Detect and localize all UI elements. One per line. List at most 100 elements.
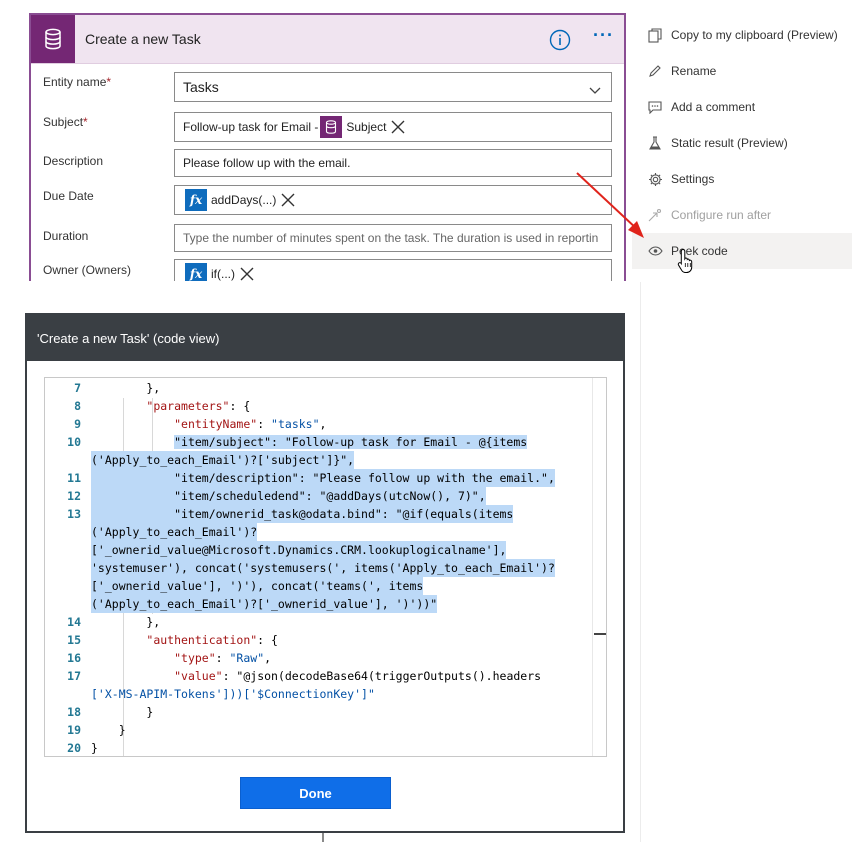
dialog-title: 'Create a new Task' (code view): [37, 330, 220, 346]
entity-name-select[interactable]: Tasks: [174, 72, 612, 102]
menu-item-add-comment[interactable]: Add a comment: [632, 89, 852, 125]
code-text: ['_ownerid_value'], ')'), concat('teams(…: [91, 577, 424, 595]
description-label: Description: [43, 154, 104, 168]
ellipsis-icon[interactable]: ···: [593, 25, 614, 46]
line-number: 7: [74, 381, 81, 395]
line-number: 16: [67, 651, 81, 665]
code-line: ['_ownerid_value@Microsoft.Dynamics.CRM.…: [45, 541, 591, 559]
code-line: 'systemuser'), concat('systemusers(', it…: [45, 559, 591, 577]
code-line: 7 },: [45, 379, 591, 397]
owner-token-label: if(...): [211, 267, 235, 281]
due-date-label: Due Date: [43, 189, 94, 203]
line-number: 18: [67, 705, 81, 719]
code-line: 15 "authentication": {: [45, 631, 591, 649]
due-date-token[interactable]: fx addDays(...): [185, 189, 299, 211]
code-text: "parameters": {: [146, 399, 251, 413]
remove-token-icon[interactable]: [391, 120, 405, 134]
code-editor[interactable]: 7 }, 8 "parameters": { 9 "entityName": "ta…: [44, 377, 607, 757]
duration-field[interactable]: Type the number of minutes spent on the …: [174, 224, 612, 252]
due-date-token-label: addDays(...): [211, 193, 277, 207]
menu-item-label: Configure run after: [671, 208, 772, 222]
code-line: 14 },: [45, 613, 591, 631]
duration-label: Duration: [43, 229, 89, 243]
code-text: "item/description": "Please follow up wi…: [91, 469, 555, 487]
entity-name-label: Entity name*: [43, 75, 112, 89]
code-line: ('Apply_to_each_Email')?['_ownerid_value…: [45, 595, 591, 613]
owner-label: Owner (Owners): [43, 263, 132, 277]
menu-item-label: Settings: [671, 172, 715, 186]
red-arrow-annotation: [576, 172, 644, 238]
subject-prefix-text: Follow-up task for Email -: [183, 120, 319, 134]
line-number: 17: [67, 669, 81, 683]
code-line: 16 "type": "Raw",: [45, 649, 591, 667]
code-text: },: [91, 615, 161, 629]
subject-label: Subject*: [43, 115, 88, 129]
comment-icon: [647, 99, 663, 115]
menu-item-configure-run-after[interactable]: Configure run after: [632, 197, 852, 233]
code-line: 12 "item/scheduledend": "@addDays(utcNow…: [45, 487, 591, 505]
menu-item-label: Static result (Preview): [671, 136, 788, 150]
subject-token[interactable]: Subject: [320, 116, 409, 138]
code-text: }: [91, 705, 154, 719]
menu-item-static-result[interactable]: Static result (Preview): [632, 125, 852, 161]
line-number: 20: [67, 741, 81, 755]
fx-icon: fx: [185, 189, 207, 211]
code-line: 19 }: [45, 721, 591, 739]
menu-item-label: Add a comment: [671, 100, 756, 114]
done-button[interactable]: Done: [240, 777, 391, 809]
line-number: 12: [67, 489, 81, 503]
pencil-icon: [647, 63, 663, 79]
line-number: 19: [67, 723, 81, 737]
code-view-dialog: 'Create a new Task' (code view) 7 }, 8 "p…: [25, 313, 625, 833]
entity-name-value: Tasks: [183, 79, 219, 95]
line-number: 9: [74, 417, 81, 431]
chevron-down-icon: [589, 82, 601, 98]
database-icon: [31, 15, 75, 63]
line-number: 8: [74, 399, 81, 413]
code-text: }: [91, 723, 126, 737]
code-line: 20}: [45, 739, 591, 756]
code-text: "authentication": {: [146, 633, 278, 647]
code-line: 17 "value": "@json(decodeBase64(triggerO…: [45, 667, 591, 685]
code-text: ('Apply_to_each_Email')?: [91, 523, 258, 541]
subject-field[interactable]: Follow-up task for Email - Subject: [174, 112, 612, 142]
due-date-field[interactable]: fx addDays(...): [174, 185, 612, 215]
duration-placeholder: Type the number of minutes spent on the …: [183, 231, 599, 245]
code-text: ('Apply_to_each_Email')?['_ownerid_value…: [91, 595, 438, 613]
code-view-dialog-header: 'Create a new Task' (code view): [27, 315, 623, 361]
action-card: Create a new Task ··· Entity name* Tasks…: [29, 13, 626, 281]
menu-item-rename[interactable]: Rename: [632, 53, 852, 89]
line-number: 10: [67, 435, 81, 449]
menu-item-settings[interactable]: Settings: [632, 161, 852, 197]
line-number: 11: [67, 471, 81, 485]
database-icon: [320, 116, 343, 138]
menu-item-copy-clipboard[interactable]: Copy to my clipboard (Preview): [632, 17, 852, 53]
line-number: 14: [67, 615, 81, 629]
code-text: },: [91, 381, 161, 395]
code-line: 10 "item/subject": "Follow-up task for E…: [45, 433, 591, 451]
copy-icon: [647, 27, 663, 43]
code-text: "type": "Raw",: [174, 651, 272, 665]
flask-icon: [647, 135, 663, 151]
info-icon[interactable]: [549, 29, 571, 56]
code-line: 18 }: [45, 703, 591, 721]
action-card-header[interactable]: Create a new Task ···: [31, 15, 624, 64]
action-card-title: Create a new Task: [85, 31, 201, 47]
menu-item-label: Rename: [671, 64, 717, 78]
action-context-menu: Copy to my clipboard (Preview) Rename Ad…: [632, 14, 852, 272]
remove-token-icon[interactable]: [281, 193, 295, 207]
line-number: 13: [67, 507, 81, 521]
code-text: "item/ownerid_task@odata.bind": "@if(equ…: [91, 505, 514, 523]
flow-connector: [322, 833, 324, 842]
menu-item-label: Copy to my clipboard (Preview): [671, 28, 838, 42]
description-field[interactable]: Please follow up with the email.: [174, 149, 612, 177]
owner-field[interactable]: fx if(...): [174, 259, 612, 281]
fx-icon: fx: [185, 263, 207, 281]
owner-token[interactable]: fx if(...): [185, 263, 258, 281]
code-line: 9 "entityName": "tasks",: [45, 415, 591, 433]
code-line: ('Apply_to_each_Email')?: [45, 523, 591, 541]
remove-token-icon[interactable]: [240, 267, 254, 281]
code-line: 11 "item/description": "Please follow up…: [45, 469, 591, 487]
menu-item-peek-code[interactable]: Peek code: [632, 233, 852, 269]
subject-token-label: Subject: [346, 120, 387, 134]
